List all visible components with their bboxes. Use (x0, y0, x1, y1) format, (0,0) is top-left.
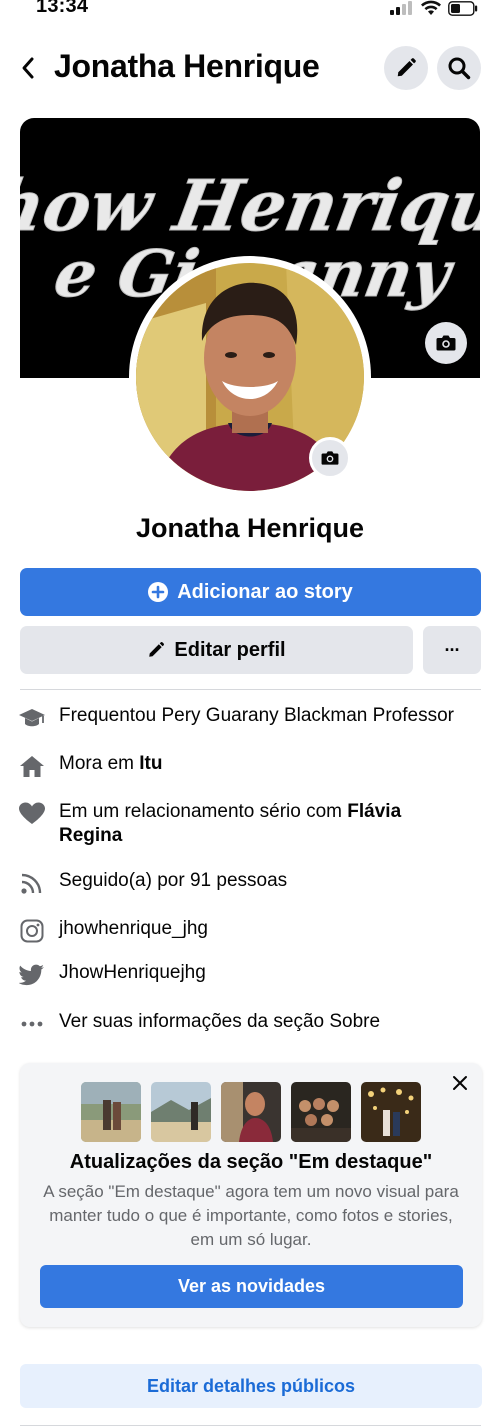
chevron-left-icon (22, 57, 34, 79)
add-to-story-label: Adicionar ao story (177, 580, 353, 603)
page-title: Jonatha Henrique (54, 48, 320, 84)
camera-icon (321, 451, 339, 465)
camera-icon (436, 335, 456, 351)
twitter-handle: JhowHenriquejhg (59, 962, 206, 983)
graduation-cap-icon (18, 704, 46, 732)
close-icon (453, 1076, 467, 1090)
featured-card-description: A seção "Em destaque" agora tem um novo … (43, 1182, 459, 1249)
featured-card-title: Atualizações da seção "Em destaque" (69, 1151, 433, 1173)
info-lives-in[interactable]: Mora em Itu (18, 752, 488, 780)
back-button[interactable] (14, 52, 42, 84)
info-followers[interactable]: Seguido(a) por 91 pessoas (18, 869, 488, 897)
plus-circle-icon (148, 582, 169, 602)
more-options-button[interactable]: ··· (423, 626, 481, 674)
lives-in-text: Mora em Itu (59, 752, 162, 776)
info-twitter[interactable]: JhowHenriquejhg (18, 961, 488, 989)
featured-thumbnail[interactable] (151, 1082, 211, 1142)
featured-thumbnail[interactable] (81, 1082, 141, 1142)
status-time: 13:34 (36, 0, 89, 17)
home-icon (18, 752, 46, 780)
info-instagram[interactable]: jhowhenrique_jhg (18, 917, 488, 945)
see-news-button[interactable]: Ver as novidades (40, 1265, 463, 1308)
info-about[interactable]: Ver suas informações da seção Sobre (18, 1010, 488, 1038)
featured-thumbnails (81, 1082, 421, 1142)
pencil-icon (397, 58, 416, 77)
twitter-icon (18, 961, 46, 989)
cover-camera-button[interactable] (425, 322, 467, 364)
edit-profile-button[interactable]: Editar perfil (20, 626, 413, 674)
profile-name: Jonatha Henrique (135, 513, 365, 543)
info-relationship[interactable]: Em um relacionamento sério com Flávia Re… (18, 800, 488, 848)
featured-thumbnail[interactable] (291, 1082, 351, 1142)
lives-in-prefix: Mora em (59, 753, 140, 774)
avatar-camera-button[interactable] (309, 437, 351, 479)
search-icon (448, 57, 471, 80)
status-icons (390, 0, 478, 16)
more-dots-icon: ··· (444, 639, 461, 660)
lives-in-city[interactable]: Itu (139, 753, 162, 774)
info-education[interactable]: Frequentou Pery Guarany Blackman Profess… (18, 704, 488, 732)
followers-text: Seguido(a) por 91 pessoas (59, 870, 288, 891)
education-text: Frequentou Pery Guarany Blackman Profess… (59, 705, 454, 726)
status-bar: 13:34 (0, 0, 500, 22)
cover-text-line1: Jhow Henrique (20, 165, 480, 247)
pencil-icon (149, 642, 165, 657)
featured-thumbnail[interactable] (361, 1082, 421, 1142)
edit-public-details-button[interactable]: Editar detalhes públicos (20, 1364, 482, 1408)
search-button[interactable] (437, 46, 481, 90)
featured-thumbnail[interactable] (221, 1082, 281, 1142)
about-link[interactable]: Ver suas informações da seção Sobre (59, 1010, 380, 1034)
instagram-handle: jhowhenrique_jhg (59, 918, 208, 939)
relationship-text: Em um relacionamento sério com Flávia Re… (59, 800, 459, 848)
signal-icon (390, 1, 412, 15)
top-navigation-bar: Jonatha Henrique (0, 40, 500, 96)
edit-header-button[interactable] (384, 46, 428, 90)
featured-update-card: Atualizações da seção "Em destaque" A se… (20, 1063, 482, 1327)
relationship-prefix: Em um relacionamento sério com (59, 801, 348, 822)
rss-followers-icon (18, 869, 46, 897)
divider (20, 689, 481, 690)
divider (20, 1425, 481, 1426)
edit-profile-label: Editar perfil (174, 638, 286, 661)
close-card-button[interactable] (448, 1071, 472, 1095)
battery-icon (448, 0, 478, 16)
wifi-icon (421, 0, 441, 15)
heart-icon (18, 800, 46, 828)
add-to-story-button[interactable]: Adicionar ao story (20, 568, 481, 616)
instagram-icon (18, 917, 46, 945)
more-horizontal-icon (18, 1010, 46, 1038)
